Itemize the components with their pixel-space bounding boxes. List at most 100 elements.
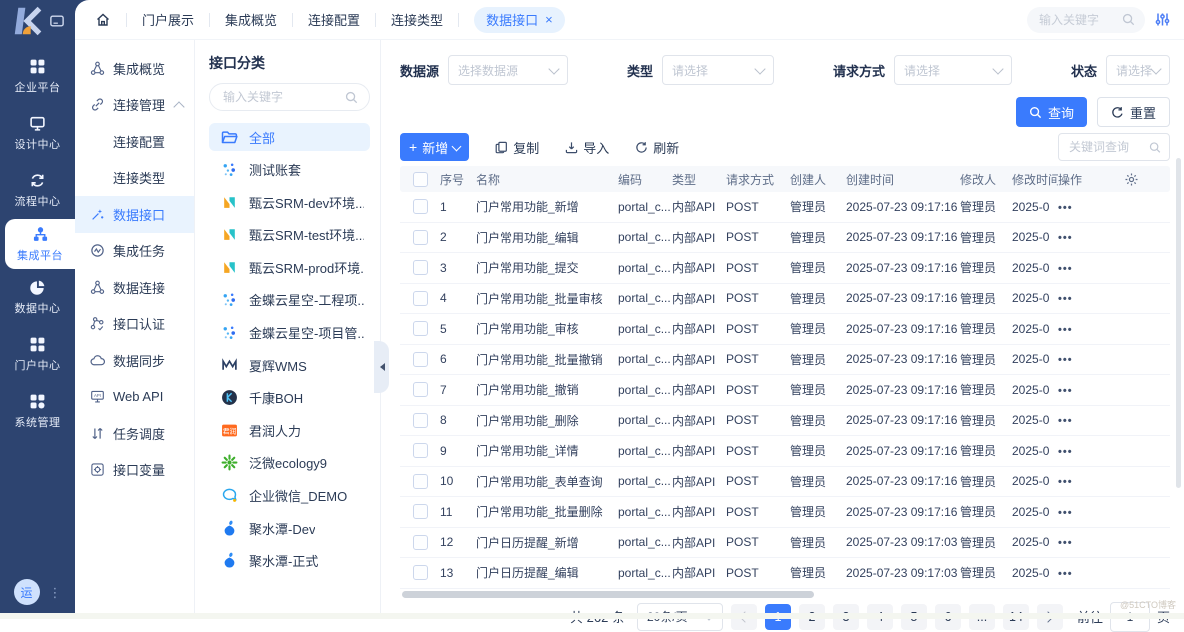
add-button[interactable]: + 新增 — [400, 133, 469, 161]
table-row[interactable]: 8 门户常用功能_删除 portal_c... 内部API POST 管理员 2… — [400, 406, 1170, 437]
horizontal-scrollbar-thumb[interactable] — [402, 591, 814, 598]
table-row[interactable]: 3 门户常用功能_提交 portal_c... 内部API POST 管理员 2… — [400, 253, 1170, 284]
global-search-input[interactable] — [1037, 12, 1121, 28]
category-item[interactable]: 夏辉WMS — [209, 351, 370, 379]
cell-name[interactable]: 门户常用功能_审核 — [476, 320, 618, 337]
row-checkbox[interactable] — [413, 260, 428, 275]
cell-name[interactable]: 门户常用功能_批量撤销 — [476, 351, 618, 368]
table-row[interactable]: 7 门户常用功能_撤销 portal_c... 内部API POST 管理员 2… — [400, 375, 1170, 406]
row-more-actions-icon[interactable]: ••• — [1058, 568, 1073, 580]
row-checkbox[interactable] — [413, 321, 428, 336]
table-row[interactable]: 13 门户日历提醒_编辑 portal_c... 内部API POST 管理员 … — [400, 558, 1170, 589]
app-sidebar-item[interactable]: 门户中心 — [0, 326, 75, 383]
row-checkbox[interactable] — [413, 443, 428, 458]
category-search-input[interactable] — [221, 89, 325, 105]
nav-item[interactable]: 数据同步 — [75, 342, 194, 379]
table-row[interactable]: 4 门户常用功能_批量审核 portal_c... 内部API POST 管理员… — [400, 284, 1170, 315]
row-checkbox[interactable] — [413, 413, 428, 428]
app-sidebar-item[interactable]: 数据中心 — [0, 269, 75, 326]
refresh-button[interactable]: 刷新 — [635, 138, 679, 157]
row-more-actions-icon[interactable]: ••• — [1058, 293, 1073, 305]
nav-item[interactable]: 集成任务 — [75, 233, 194, 270]
app-sidebar-item[interactable]: 设计中心 — [0, 105, 75, 162]
cell-name[interactable]: 门户日历提醒_编辑 — [476, 564, 618, 581]
cell-name[interactable]: 门户常用功能_删除 — [476, 412, 618, 429]
app-sidebar-item[interactable]: 企业平台 — [0, 48, 75, 105]
category-item[interactable]: 甄云SRM-dev环境... — [209, 188, 370, 216]
cell-name[interactable]: 门户常用功能_撤销 — [476, 381, 618, 398]
row-more-actions-icon[interactable]: ••• — [1058, 202, 1073, 214]
category-item[interactable]: 甄云SRM-prod环境... — [209, 253, 370, 281]
column-settings-gear-icon[interactable] — [1124, 172, 1139, 187]
app-sidebar-item[interactable]: 系统管理 — [0, 383, 75, 440]
filter-select[interactable]: 请选择 — [894, 55, 1012, 85]
nav-item[interactable]: 任务调度 — [75, 415, 194, 452]
keyword-search-input[interactable] — [1067, 139, 1149, 155]
home-icon[interactable] — [95, 12, 111, 28]
topbar-tab[interactable]: 门户展示 — [142, 10, 194, 29]
topbar-tab[interactable]: 集成概览 — [225, 10, 277, 29]
row-checkbox[interactable] — [413, 535, 428, 550]
row-more-actions-icon[interactable]: ••• — [1058, 476, 1073, 488]
nav-item[interactable]: API Web API — [75, 379, 194, 416]
filter-select[interactable]: 选择数据源 — [448, 55, 568, 85]
category-item[interactable]: 金蝶云星空-项目管... — [209, 319, 370, 347]
nav-item[interactable]: 数据接口 — [75, 196, 194, 233]
row-more-actions-icon[interactable]: ••• — [1058, 232, 1073, 244]
topbar-tab[interactable]: 连接配置 — [308, 10, 360, 29]
topbar-tab-active[interactable]: 数据接口 × — [474, 7, 565, 33]
row-checkbox[interactable] — [413, 352, 428, 367]
category-item[interactable]: 甄云SRM-test环境... — [209, 221, 370, 249]
nav-item[interactable]: 集成概览 — [75, 50, 194, 87]
reset-button[interactable]: 重置 — [1097, 97, 1170, 127]
cell-name[interactable]: 门户常用功能_批量审核 — [476, 290, 618, 307]
category-item[interactable]: 全部 — [209, 123, 370, 151]
category-item[interactable]: 测试账套 — [209, 156, 370, 184]
row-more-actions-icon[interactable]: ••• — [1058, 507, 1073, 519]
more-menu-icon[interactable]: ⋮ — [49, 587, 62, 598]
table-row[interactable]: 9 门户常用功能_详情 portal_c... 内部API POST 管理员 2… — [400, 436, 1170, 467]
table-row[interactable]: 10 门户常用功能_表单查询 portal_c... 内部API POST 管理… — [400, 467, 1170, 498]
app-sidebar-item[interactable]: 集成平台 — [5, 219, 75, 269]
row-checkbox[interactable] — [413, 382, 428, 397]
table-row[interactable]: 2 门户常用功能_编辑 portal_c... 内部API POST 管理员 2… — [400, 223, 1170, 254]
cell-name[interactable]: 门户常用功能_表单查询 — [476, 473, 618, 490]
app-sidebar-item[interactable]: 流程中心 — [0, 162, 75, 219]
category-item[interactable]: 君润 君润人力 — [209, 416, 370, 444]
row-more-actions-icon[interactable]: ••• — [1058, 324, 1073, 336]
table-row[interactable]: 6 门户常用功能_批量撤销 portal_c... 内部API POST 管理员… — [400, 345, 1170, 376]
category-item[interactable]: 聚水潭-Dev — [209, 514, 370, 542]
nav-item[interactable]: 连接类型 — [75, 160, 194, 197]
nav-item[interactable]: 接口认证 — [75, 306, 194, 343]
table-row[interactable]: 12 门户日历提醒_新增 portal_c... 内部API POST 管理员 … — [400, 528, 1170, 559]
vertical-scrollbar-thumb[interactable] — [1176, 158, 1181, 488]
nav-item[interactable]: 数据连接 — [75, 269, 194, 306]
row-checkbox[interactable] — [413, 474, 428, 489]
app-logo[interactable] — [0, 0, 75, 42]
table-row[interactable]: 1 门户常用功能_新增 portal_c... 内部API POST 管理员 2… — [400, 192, 1170, 223]
filter-select[interactable]: 请选择 — [1106, 55, 1170, 85]
query-button[interactable]: 查询 — [1016, 97, 1087, 127]
table-row[interactable]: 11 门户常用功能_批量删除 portal_c... 内部API POST 管理… — [400, 497, 1170, 528]
row-more-actions-icon[interactable]: ••• — [1058, 385, 1073, 397]
cell-name[interactable]: 门户常用功能_新增 — [476, 198, 618, 215]
category-item[interactable]: 金蝶云星空-工程项... — [209, 286, 370, 314]
category-item[interactable]: 聚水潭-正式 — [209, 547, 370, 575]
topbar-tab[interactable]: 连接类型 — [391, 10, 443, 29]
cell-name[interactable]: 门户日历提醒_新增 — [476, 534, 618, 551]
cell-name[interactable]: 门户常用功能_提交 — [476, 259, 618, 276]
filter-select[interactable]: 请选择 — [662, 55, 774, 85]
category-item[interactable]: 企业微信_DEMO — [209, 482, 370, 510]
nav-item[interactable]: 接口变量 — [75, 452, 194, 489]
category-item[interactable]: 泛微ecology9 — [209, 449, 370, 477]
row-more-actions-icon[interactable]: ••• — [1058, 537, 1073, 549]
avatar[interactable]: 运 — [14, 579, 40, 605]
cell-name[interactable]: 门户常用功能_批量删除 — [476, 503, 618, 520]
row-checkbox[interactable] — [413, 230, 428, 245]
panel-collapse-handle[interactable] — [374, 341, 389, 393]
import-button[interactable]: 导入 — [565, 138, 609, 157]
nav-item[interactable]: 连接配置 — [75, 123, 194, 160]
cell-name[interactable]: 门户常用功能_详情 — [476, 442, 618, 459]
filter-sliders-icon[interactable] — [1155, 12, 1170, 27]
row-checkbox[interactable] — [413, 199, 428, 214]
